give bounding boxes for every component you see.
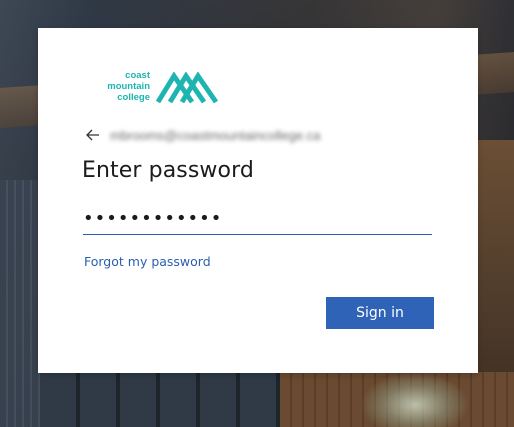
sign-in-button[interactable]: Sign in (326, 297, 434, 329)
college-logo: coast mountain college (100, 70, 224, 106)
logo-text: coast mountain college (100, 70, 150, 103)
account-identity: mbrooms@coastmountaincollege.ca (84, 126, 320, 144)
signin-card: coast mountain college mbrooms@coastmoun… (38, 28, 478, 373)
background-tree (360, 372, 470, 427)
password-field-container (83, 204, 432, 235)
account-email: mbrooms@coastmountaincollege.ca (110, 127, 321, 143)
logo-line-mountain: mountain (107, 81, 150, 92)
logo-line-college: college (117, 92, 150, 103)
logo-line-coast: coast (125, 70, 150, 81)
background-windows (40, 372, 280, 427)
mountain-chevrons-icon (155, 72, 219, 104)
forgot-password-link[interactable]: Forgot my password (84, 254, 211, 269)
background-wall-left (0, 180, 40, 427)
page-title: Enter password (82, 158, 254, 183)
password-input[interactable] (83, 204, 432, 232)
back-arrow-icon[interactable] (84, 126, 102, 144)
